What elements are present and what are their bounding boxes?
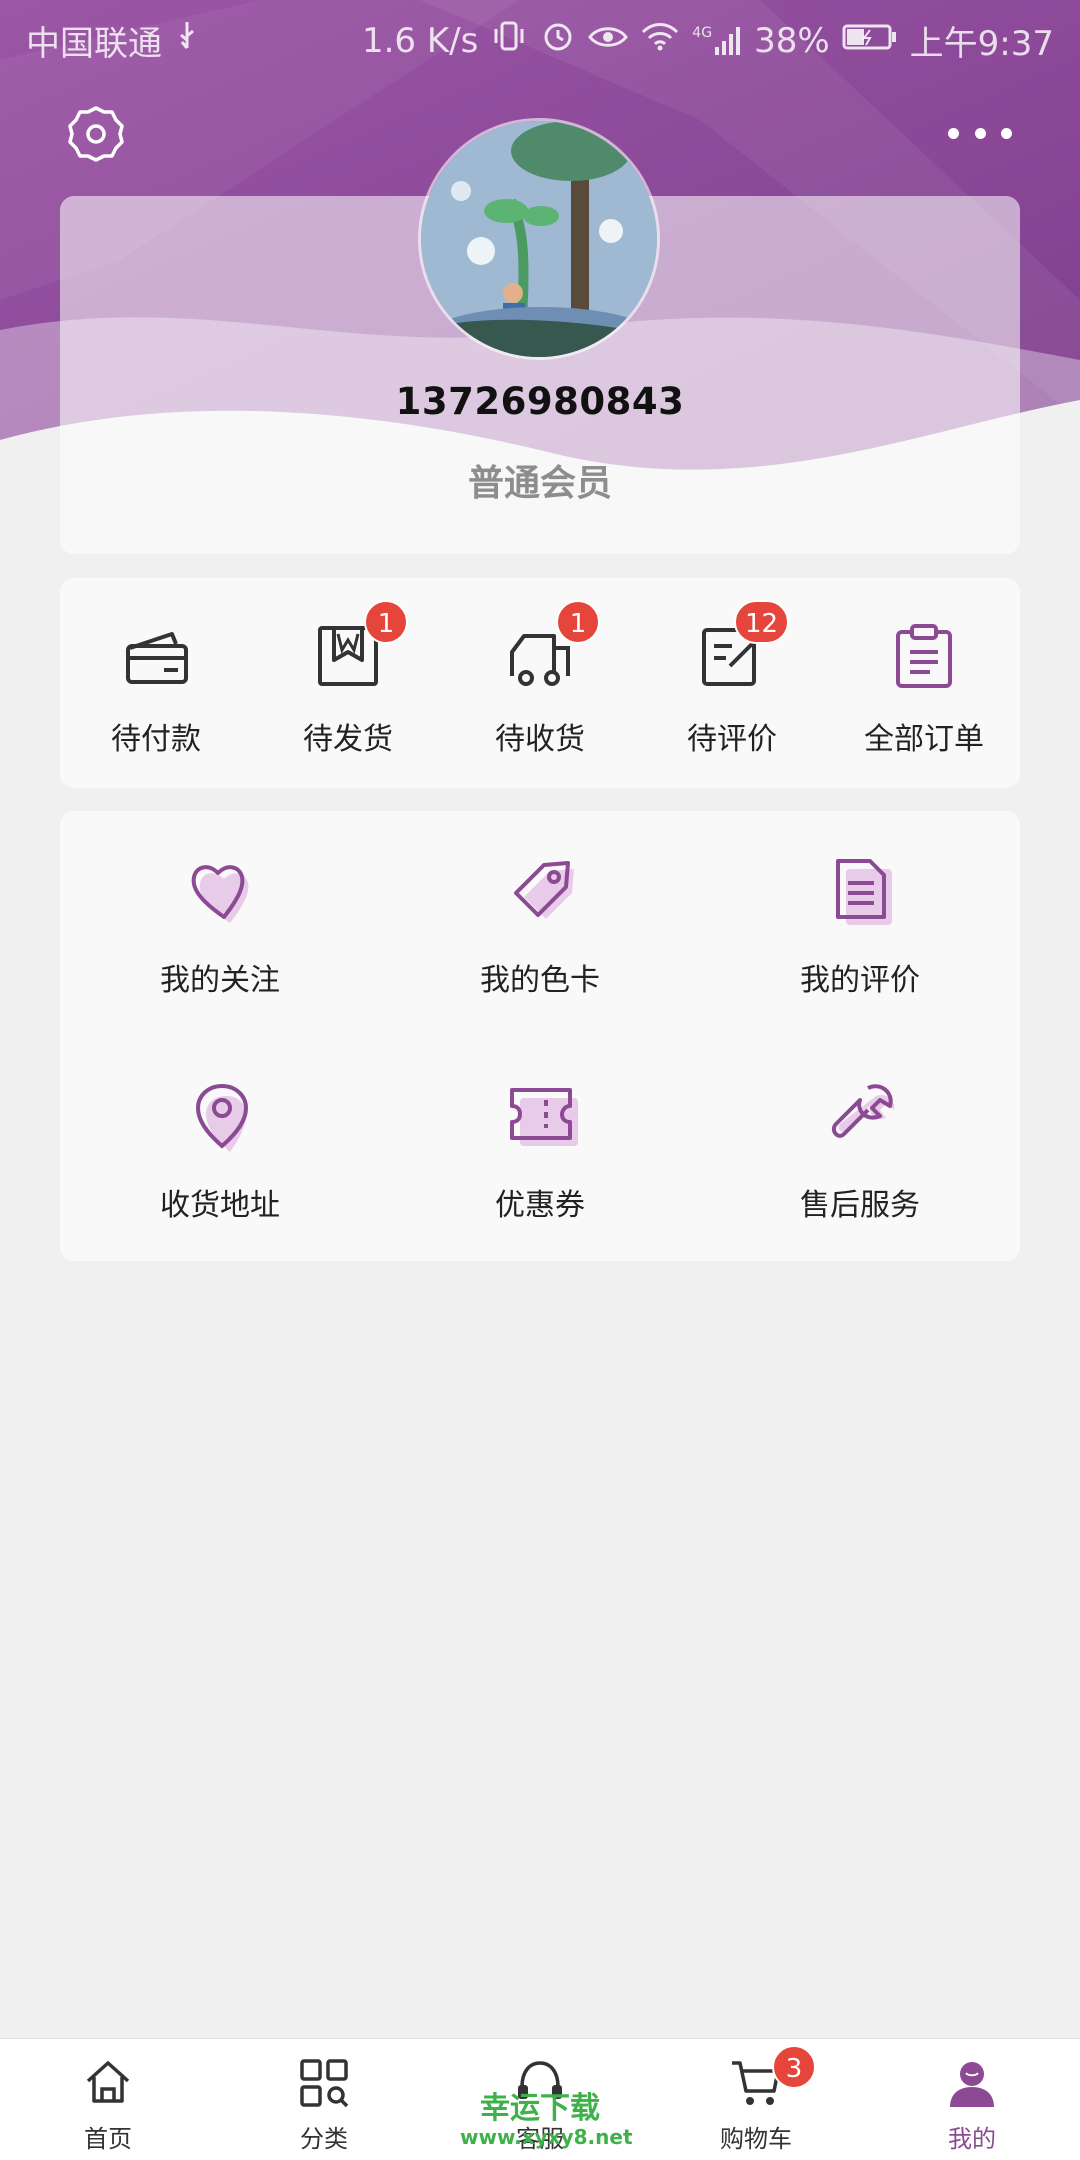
usb-icon: [176, 20, 198, 61]
tab-label: 我的: [948, 2125, 996, 2153]
coupon-icon: [510, 1088, 578, 1146]
settings-button[interactable]: [66, 104, 126, 164]
cart-badge: 3: [772, 2045, 816, 2089]
order-label: 待付款: [111, 722, 201, 757]
order-badge: 12: [734, 600, 790, 644]
order-pending-receipt[interactable]: 待收货 1: [444, 578, 636, 788]
dot-icon: [948, 127, 959, 139]
wifi-icon: [640, 20, 680, 61]
heart-icon: [191, 865, 249, 923]
tab-label: 首页: [84, 2125, 132, 2153]
order-pending-payment[interactable]: 待付款: [60, 578, 252, 788]
tab-category[interactable]: 分类: [216, 2039, 432, 2160]
gear-icon: [68, 106, 124, 162]
service-coupons[interactable]: 优惠券: [380, 1036, 700, 1261]
dot-icon: [974, 127, 986, 139]
alarm-icon: [540, 18, 576, 63]
service-reviews[interactable]: 我的评价: [700, 811, 1020, 1036]
service-label: 收货地址: [160, 1188, 280, 1223]
clipboard-icon: [896, 624, 952, 688]
document-icon: [836, 859, 892, 925]
order-all[interactable]: 全部订单: [828, 578, 1020, 788]
battery-icon: [842, 21, 898, 61]
service-follow[interactable]: 我的关注: [60, 811, 380, 1036]
location-pin-icon: [195, 1083, 249, 1152]
tag-icon: [514, 861, 574, 919]
service-label: 优惠券: [495, 1188, 585, 1223]
services-card: 我的关注 我的色卡 我的评价 收货地址 优惠券 售后服务: [60, 811, 1020, 1261]
order-label: 待收货: [495, 722, 585, 757]
tab-label: 分类: [300, 2125, 348, 2153]
order-label: 全部订单: [864, 722, 984, 757]
tab-label: 购物车: [720, 2125, 792, 2153]
network-type-label: 4G: [692, 24, 713, 41]
member-level: 普通会员: [467, 463, 612, 504]
speed-label: 1.6 K/s: [361, 20, 479, 61]
eye-icon: [588, 21, 629, 61]
order-badge: 1: [556, 600, 600, 644]
orders-card: 待付款 待发货 1 待收货 1 待评价 12 全部订单: [60, 578, 1020, 788]
service-after-sales[interactable]: 售后服务: [700, 1036, 1020, 1261]
service-label: 我的色卡: [480, 963, 600, 998]
service-address[interactable]: 收货地址: [60, 1036, 380, 1261]
order-label: 待评价: [687, 722, 777, 757]
home-icon: [86, 2061, 130, 2103]
time-label: 上午9:37: [909, 24, 1054, 64]
watermark: 幸运下载 www.xyxy8.net: [460, 2091, 633, 2149]
vibrate-icon: [490, 19, 528, 62]
carrier-label: 中国联通: [26, 24, 162, 64]
wrench-icon: [831, 1084, 895, 1138]
watermark-url: www.xyxy8.net: [460, 2125, 633, 2149]
service-label: 我的关注: [160, 963, 280, 998]
more-options-button[interactable]: [948, 118, 1012, 148]
status-bar: 中国联通 1.6 K/s 4G 38% 上午9:37: [0, 0, 1080, 76]
user-phone: 13726980843: [395, 380, 685, 423]
tab-mine[interactable]: 我的: [864, 2039, 1080, 2160]
service-color-card[interactable]: 我的色卡: [380, 811, 700, 1036]
order-badge: 1: [364, 600, 408, 644]
tab-cart[interactable]: 购物车 3: [648, 2039, 864, 2160]
wallet-icon: [126, 632, 188, 684]
order-pending-review[interactable]: 待评价 12: [636, 578, 828, 788]
avatar[interactable]: [418, 118, 660, 360]
watermark-title: 幸运下载: [480, 2091, 600, 2126]
user-icon: [950, 2062, 994, 2107]
service-label: 售后服务: [800, 1188, 920, 1223]
category-icon: [300, 2059, 349, 2108]
battery-percent: 38%: [754, 20, 830, 61]
order-pending-shipment[interactable]: 待发货 1: [252, 578, 444, 788]
signal-icon: 4G: [692, 25, 742, 57]
service-label: 我的评价: [800, 963, 920, 998]
tab-home[interactable]: 首页: [0, 2039, 216, 2160]
order-label: 待发货: [303, 722, 393, 757]
dot-icon: [1001, 127, 1012, 139]
